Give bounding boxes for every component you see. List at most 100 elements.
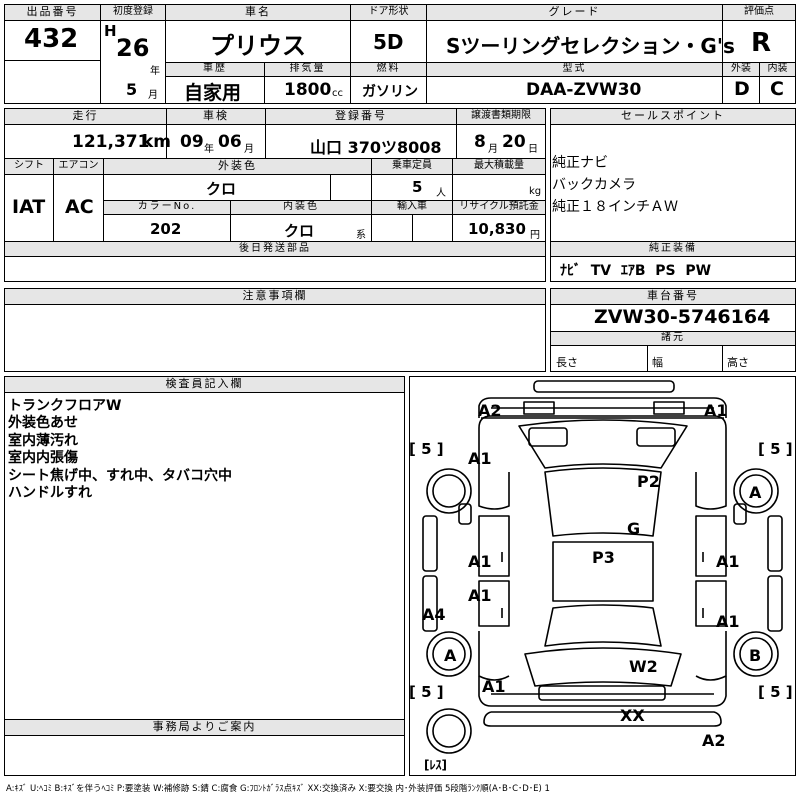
history: 自家用 <box>184 82 242 104</box>
model-label: 型式 <box>426 62 723 77</box>
int-color: クロ <box>284 222 315 240</box>
damage-mark: A2 <box>702 731 726 750</box>
color-no-label: カラーNo. <box>103 200 231 215</box>
max-load-unit: kg <box>529 186 542 197</box>
damage-mark: A1 <box>716 552 740 571</box>
damage-mark: A1 <box>468 586 492 605</box>
int-color-unit: 系 <box>356 230 366 241</box>
score: R <box>751 28 772 58</box>
shift: IAT <box>12 196 46 218</box>
recycle: 10,830 <box>468 220 526 238</box>
capacity-label: 乗車定員 <box>371 158 453 175</box>
door-label: ドア形状 <box>350 4 427 21</box>
inspection-month: 06 <box>218 132 242 152</box>
mileage: 121,371 <box>72 132 150 152</box>
damage-mark: A <box>444 646 457 665</box>
damage-mark: A2 <box>478 401 502 420</box>
inspection-year-unit: 年 <box>204 144 214 155</box>
reg-no: 山口 370ツ8008 <box>310 138 442 157</box>
damage-mark: A1 <box>468 449 492 468</box>
grade: Sツーリングセレクション・G's <box>446 34 735 58</box>
spec-height-label: 高さ <box>727 356 749 369</box>
chassis-number: ZVW30-5746164 <box>594 306 771 328</box>
max-load-label: 最大積載量 <box>452 158 546 175</box>
year-unit: 年 <box>150 66 160 77</box>
fuel-label: 燃料 <box>350 62 427 77</box>
tire-depth: [ 5 ] <box>758 683 793 701</box>
equipment-items: ﾅﾋﾞ TV ｴｱB PS PW <box>560 263 712 279</box>
interior-label: 内装 <box>759 62 796 77</box>
spec-length-label: 長さ <box>556 356 578 369</box>
import-label: 輸入車 <box>371 200 453 215</box>
shift-label: シフト <box>4 158 54 175</box>
legend: A:ｷｽﾞ U:ﾍｺﾐ B:ｷｽﾞを伴うﾍｺﾐ P:要塗装 W:補修跡 S:錆 … <box>6 784 550 794</box>
inspection-label: 車検 <box>166 108 266 125</box>
inspector-label: 検査員記入欄 <box>4 376 405 393</box>
reg-no-label: 登録番号 <box>265 108 457 125</box>
damage-mark: P3 <box>592 548 615 567</box>
displacement: 1800 <box>284 80 332 100</box>
displacement-unit: cc <box>332 88 343 99</box>
displacement-label: 排気量 <box>264 62 351 77</box>
lot-no: 432 <box>24 24 79 54</box>
tire-depth: [ 5 ] <box>758 440 793 458</box>
damage-mark: XX <box>620 706 645 725</box>
notes-label: 注意事項欄 <box>4 288 546 305</box>
damage-mark: W2 <box>629 657 658 676</box>
lot-blank <box>4 60 101 104</box>
damage-mark: B <box>749 646 762 665</box>
chassis-label: 車台番号 <box>550 288 796 305</box>
transfer-month-unit: 月 <box>488 144 498 155</box>
inspection-year: 09 <box>180 132 204 152</box>
fuel: ガソリン <box>362 84 418 100</box>
car-name: プリウス <box>210 32 306 60</box>
spare-tire: [ﾚｽ] <box>424 758 447 772</box>
transfer-day: 20 <box>502 132 526 152</box>
later-parts-cell <box>4 256 546 282</box>
first-reg-label: 初度登録 <box>100 4 166 21</box>
damage-mark: A1 <box>716 612 740 631</box>
sales-label: セールスポイント <box>550 108 796 125</box>
color-no: 202 <box>150 220 182 238</box>
car-diagram <box>422 380 783 754</box>
score-label: 評価点 <box>722 4 796 21</box>
import-cell-a <box>371 214 413 242</box>
first-reg-month: 5 <box>126 80 138 99</box>
capacity-unit: 人 <box>436 188 446 199</box>
sales-point: 純正ナビ <box>552 155 608 171</box>
import-cell-b <box>412 214 453 242</box>
later-parts-label: 後日発送部品 <box>4 241 546 257</box>
int-color-label: 内装色 <box>230 200 372 215</box>
tire-depth: [ 5 ] <box>409 683 444 701</box>
first-reg-era: H <box>104 22 117 40</box>
inspector-note: ハンドルすれ <box>8 485 92 501</box>
grade-label: グレード <box>426 4 723 21</box>
model: DAA-ZVW30 <box>526 80 642 100</box>
capacity: 5 <box>412 178 423 196</box>
month-unit: 月 <box>148 90 158 101</box>
equipment-label: 純正装備 <box>550 241 796 257</box>
interior: C <box>770 78 784 100</box>
damage-mark: G <box>627 519 641 538</box>
inspection-month-unit: 月 <box>244 144 254 155</box>
tire-depth: [ 5 ] <box>409 440 444 458</box>
specs-label: 諸元 <box>550 331 796 346</box>
recycle-label: リサイクル預託金 <box>452 200 546 215</box>
ac-label: エアコン <box>53 158 104 175</box>
sales-point: 純正１８インチＡＷ <box>552 199 678 215</box>
lot-no-label: 出品番号 <box>4 4 101 21</box>
ext-color: クロ <box>206 180 237 198</box>
damage-mark: P2 <box>637 472 660 491</box>
damage-mark: A1 <box>704 401 728 420</box>
inspector-note: 室内内張傷 <box>8 450 78 466</box>
transfer-day-unit: 日 <box>528 144 538 155</box>
exterior-label: 外装 <box>722 62 760 77</box>
ext-color-extra-cell <box>330 174 372 201</box>
damage-mark: A <box>749 483 762 502</box>
mileage-label: 走行 <box>4 108 167 125</box>
car-name-label: 車名 <box>165 4 351 21</box>
damage-mark: A1 <box>468 552 492 571</box>
inspector-note: 外装色あせ <box>8 415 78 431</box>
recycle-unit: 円 <box>530 230 540 241</box>
office-label: 事務局よりご案内 <box>4 719 405 736</box>
